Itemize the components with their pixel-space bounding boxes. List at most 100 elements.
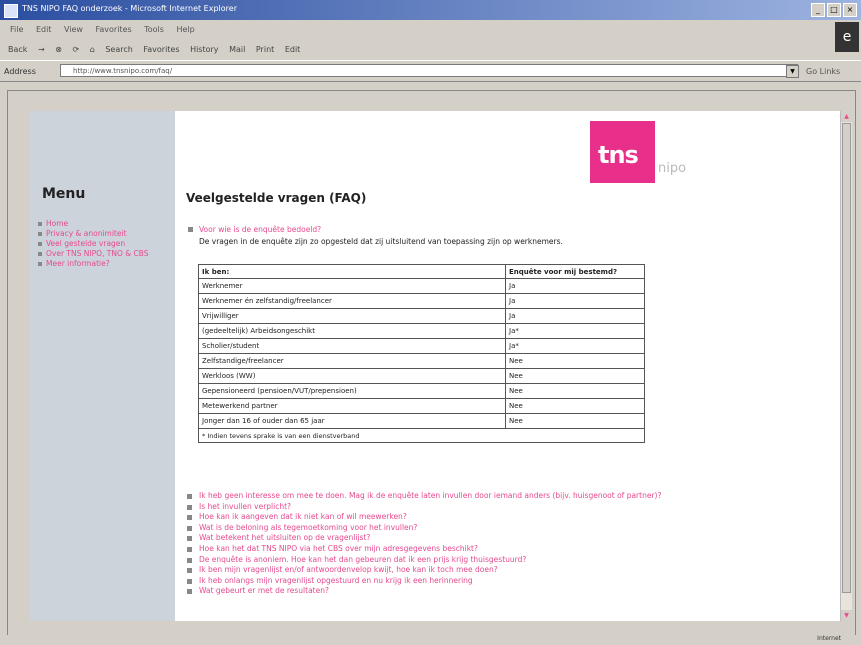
browser-viewport: Menu Home Privacy & anonimiteit Veel ges… — [7, 90, 856, 637]
table-cell: Vrijwilliger — [198, 308, 506, 324]
table-row: Metewerkend partner Nee — [198, 398, 645, 414]
address-bar: Address http://www.tnsnipo.com/faq/ ▼ Go… — [0, 60, 861, 82]
bullet-icon — [188, 227, 193, 232]
table-cell: Ja* — [505, 338, 645, 354]
table-cell: Zelfstandige/freelancer — [198, 353, 506, 369]
scroll-up-icon[interactable]: ▲ — [841, 111, 852, 122]
menu-help[interactable]: Help — [176, 25, 194, 34]
print-button[interactable]: Print — [256, 45, 274, 54]
browser-toolbar: Back → ⊗ ⟳ ⌂ Search Favorites History Ma… — [0, 38, 861, 60]
table-header: Enquête voor mij bestemd? — [505, 264, 645, 279]
window-controls: _ □ × — [811, 3, 857, 17]
table-cell: (gedeeltelijk) Arbeidsongeschikt — [198, 323, 506, 339]
table-cell: Ja — [505, 293, 645, 309]
faq-question-link[interactable]: Wat is de beloning als tegemoetkoming vo… — [186, 523, 836, 534]
search-button[interactable]: Search — [105, 45, 132, 54]
web-page: Menu Home Privacy & anonimiteit Veel ges… — [30, 111, 847, 621]
table-row: Werknemer Ja — [198, 278, 645, 294]
minimize-button[interactable]: _ — [811, 3, 825, 17]
table-cell: Ja — [505, 278, 645, 294]
back-button[interactable]: Back — [8, 45, 27, 54]
table-cell: Nee — [505, 398, 645, 414]
history-button[interactable]: History — [190, 45, 218, 54]
faq-question-link[interactable]: De enquête is anoniem. Hoe kan het dan g… — [186, 555, 836, 566]
home-button[interactable]: ⌂ — [90, 45, 95, 54]
go-label: Go — [806, 67, 818, 76]
faq-question-list: Ik heb geen interesse om mee te doen. Ma… — [186, 491, 836, 597]
menu-favorites[interactable]: Favorites — [96, 25, 132, 34]
sidebar: Menu Home Privacy & anonimiteit Veel ges… — [30, 111, 175, 621]
table-row: Jonger dan 16 of ouder dan 65 jaar Nee — [198, 413, 645, 429]
table-row: Vrijwilliger Ja — [198, 308, 645, 324]
table-header-row: Ik ben: Enquête voor mij bestemd? — [198, 264, 645, 279]
mail-button[interactable]: Mail — [229, 45, 245, 54]
table-cell: Ja — [505, 308, 645, 324]
faq-question-link[interactable]: Voor wie is de enquête bedoeld? — [199, 225, 321, 234]
faq-question-link[interactable]: Ik heb onlangs mijn vragenlijst opgestuu… — [186, 576, 836, 587]
scrollbar-thumb[interactable] — [842, 123, 851, 593]
sidebar-title: Menu — [42, 186, 86, 202]
ie-icon — [4, 4, 18, 18]
menu-file[interactable]: File — [10, 25, 23, 34]
links-label[interactable]: Links — [820, 67, 841, 76]
window-title-bar: TNS NIPO FAQ onderzoek - Microsoft Inter… — [0, 0, 861, 20]
maximize-button[interactable]: □ — [827, 3, 841, 17]
sidebar-item-faq[interactable]: Veel gestelde vragen — [38, 239, 170, 249]
close-button[interactable]: × — [843, 3, 857, 17]
table-cell: Werknemer — [198, 278, 506, 294]
faq-answer: De vragen in de enquête zijn zo opgestel… — [199, 237, 563, 246]
table-cell: Nee — [505, 413, 645, 429]
table-cell: Nee — [505, 368, 645, 384]
table-cell: Gepensioneerd (pensioen/VUT/prepensioen) — [198, 383, 506, 399]
faq-question-link[interactable]: Is het invullen verplicht? — [186, 502, 836, 513]
vertical-scrollbar[interactable]: ▲ ▼ — [840, 111, 852, 621]
forward-button[interactable]: → — [38, 45, 45, 54]
table-row: Gepensioneerd (pensioen/VUT/prepensioen)… — [198, 383, 645, 399]
edit-button[interactable]: Edit — [285, 45, 301, 54]
sidebar-item-about[interactable]: Over TNS NIPO, TNO & CBS — [38, 249, 170, 259]
table-cell: Werknemer én zelfstandig/freelancer — [198, 293, 506, 309]
scroll-down-icon[interactable]: ▼ — [841, 610, 852, 621]
table-note-row: * Indien tevens sprake is van een dienst… — [198, 428, 645, 443]
stop-button[interactable]: ⊗ — [55, 45, 62, 54]
menu-bar: File Edit View Favorites Tools Help — [0, 20, 861, 38]
status-bar: Internet — [0, 635, 861, 645]
faq-question-link[interactable]: Ik ben mijn vragenlijst en/of antwoorden… — [186, 565, 836, 576]
table-row: Werknemer én zelfstandig/freelancer Ja — [198, 293, 645, 309]
faq-question-link[interactable]: Wat betekent het uitsluiten op de vragen… — [186, 533, 836, 544]
table-row: Zelfstandige/freelancer Nee — [198, 353, 645, 369]
eligibility-table: Ik ben: Enquête voor mij bestemd? Werkne… — [198, 264, 645, 443]
table-row: (gedeeltelijk) Arbeidsongeschikt Ja* — [198, 323, 645, 339]
sidebar-item-privacy[interactable]: Privacy & anonimiteit — [38, 229, 170, 239]
address-dropdown-icon[interactable]: ▼ — [786, 65, 799, 78]
table-header: Ik ben: — [198, 264, 506, 279]
faq-question-link[interactable]: Ik heb geen interesse om mee te doen. Ma… — [186, 491, 836, 502]
main-content: Veelgestelde vragen (FAQ) Voor wie is de… — [186, 111, 836, 621]
faq-question-link[interactable]: Hoe kan het dat TNS NIPO via het CBS ove… — [186, 544, 836, 555]
table-cell: Scholier/student — [198, 338, 506, 354]
sidebar-item-home[interactable]: Home — [38, 219, 170, 229]
table-cell: Nee — [505, 353, 645, 369]
menu-view[interactable]: View — [64, 25, 83, 34]
table-cell: Nee — [505, 383, 645, 399]
faq-question-link[interactable]: Hoe kan ik aangeven dat ik niet kan of w… — [186, 512, 836, 523]
faq-question-link[interactable]: Wat gebeurt er met de resultaten? — [186, 586, 836, 597]
address-input[interactable]: http://www.tnsnipo.com/faq/ — [60, 64, 798, 77]
table-cell: Werkloos (WW) — [198, 368, 506, 384]
page-title: Veelgestelde vragen (FAQ) — [186, 191, 367, 205]
table-note: * Indien tevens sprake is van een dienst… — [198, 428, 645, 443]
address-label: Address — [4, 67, 36, 76]
table-cell: Metewerkend partner — [198, 398, 506, 414]
table-row: Scholier/student Ja* — [198, 338, 645, 354]
go-button[interactable]: Go Links — [806, 67, 840, 76]
table-cell: Ja* — [505, 323, 645, 339]
sidebar-menu: Home Privacy & anonimiteit Veel gestelde… — [38, 219, 170, 269]
menu-edit[interactable]: Edit — [36, 25, 52, 34]
security-zone: Internet — [817, 635, 841, 642]
table-row: Werkloos (WW) Nee — [198, 368, 645, 384]
menu-tools[interactable]: Tools — [144, 25, 164, 34]
favorites-button[interactable]: Favorites — [143, 45, 179, 54]
window-title: TNS NIPO FAQ onderzoek - Microsoft Inter… — [22, 4, 237, 13]
refresh-button[interactable]: ⟳ — [72, 45, 79, 54]
sidebar-item-more-info[interactable]: Meer informatie? — [38, 259, 170, 269]
